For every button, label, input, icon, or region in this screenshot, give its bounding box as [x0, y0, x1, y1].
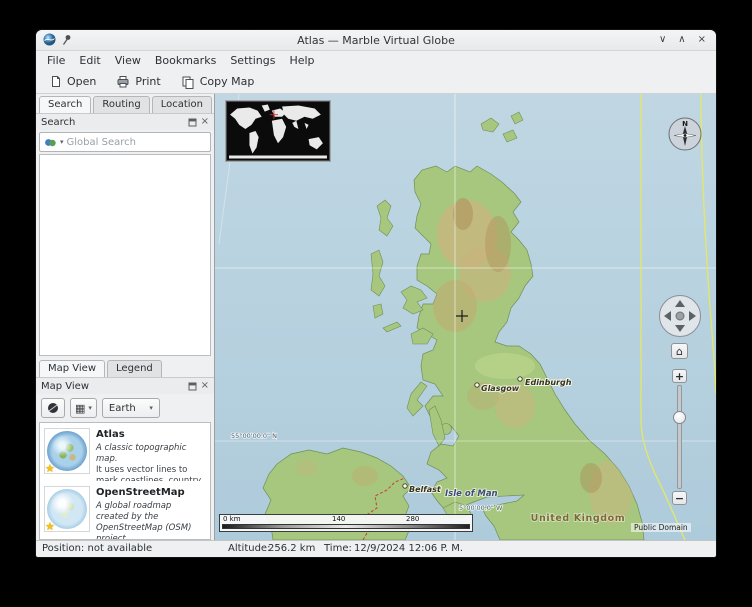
- zoom-slider-track[interactable]: [677, 385, 682, 489]
- search-panel-title: Search: [41, 117, 184, 128]
- home-icon: ⌂: [676, 345, 683, 358]
- titlebar[interactable]: Atlas — Marble Virtual Globe ∨ ∧ ×: [36, 30, 716, 51]
- overview-map[interactable]: [226, 101, 330, 161]
- scale-zero: 0 km: [223, 515, 241, 523]
- status-time-label: Time:: [324, 543, 352, 554]
- globe-icon: [47, 402, 59, 414]
- global-search-icon[interactable]: [44, 133, 57, 152]
- tab-location[interactable]: Location: [152, 96, 212, 113]
- search-input[interactable]: [67, 137, 206, 148]
- list-item-openstreetmap[interactable]: ★ OpenStreetMap A global roadmap created…: [40, 481, 210, 539]
- pan-control[interactable]: [658, 294, 702, 338]
- celestial-body-button[interactable]: [41, 398, 65, 418]
- float-panel-icon[interactable]: [188, 382, 197, 391]
- open-icon: [49, 75, 62, 88]
- menu-bookmarks[interactable]: Bookmarks: [148, 52, 223, 69]
- map-theme-list: ★ Atlas A classic topographic map. It us…: [39, 422, 211, 540]
- city-label: Glasgow: [481, 384, 520, 393]
- statusbar: Position: not available Altitude: 256.2 …: [36, 540, 716, 557]
- status-altitude-value: 256.2 km: [268, 543, 315, 554]
- main-content: Search Routing Location Search × ▾: [36, 94, 716, 540]
- tab-legend[interactable]: Legend: [107, 360, 162, 377]
- close-button[interactable]: ×: [698, 35, 706, 45]
- zoom-slider-handle[interactable]: [673, 411, 686, 424]
- grid-icon: ▦: [75, 402, 85, 415]
- maximize-button[interactable]: ∧: [678, 35, 685, 45]
- sidebar: Search Routing Location Search × ▾: [36, 94, 215, 540]
- osm-thumbnail: ★: [44, 486, 90, 532]
- minimize-button[interactable]: ∨: [659, 35, 666, 45]
- map-view-controls: ▦ ▾ Earth ▾: [36, 394, 214, 422]
- tab-map-view[interactable]: Map View: [39, 360, 105, 377]
- atlas-thumbnail: ★: [44, 428, 90, 474]
- scale-mid: 140: [332, 515, 345, 523]
- country-label: United Kingdom: [531, 513, 626, 524]
- map-scale-bar: 0 km 140 280: [219, 514, 473, 532]
- license-label: Public Domain: [631, 523, 691, 532]
- status-altitude-label: Altitude:: [228, 543, 270, 554]
- window-title: Atlas — Marble Virtual Globe: [36, 34, 716, 47]
- app-icon: [43, 31, 56, 50]
- projection-button[interactable]: ▦ ▾: [70, 398, 97, 418]
- tab-search[interactable]: Search: [39, 96, 91, 113]
- theme-description: A classic topographic map.: [96, 443, 206, 465]
- sidebar-bottom-tabs: Map View Legend: [36, 358, 214, 377]
- tab-routing[interactable]: Routing: [93, 96, 149, 113]
- search-results-area[interactable]: [39, 154, 211, 356]
- zoom-in-button[interactable]: +: [672, 369, 687, 383]
- search-panel-header: Search ×: [36, 113, 214, 130]
- status-position: Position: not available: [42, 543, 152, 554]
- home-button[interactable]: ⌂: [671, 343, 688, 359]
- city-label: Edinburgh: [525, 378, 572, 387]
- zoom-out-button[interactable]: −: [672, 491, 687, 505]
- list-item-atlas[interactable]: ★ Atlas A classic topographic map. It us…: [40, 423, 210, 481]
- menu-file[interactable]: File: [40, 52, 72, 69]
- theme-description: It uses vector lines to mark coastlines,…: [96, 465, 206, 481]
- copy-icon: [181, 75, 195, 89]
- scale-gradient-strip: [222, 524, 470, 529]
- close-panel-icon[interactable]: ×: [201, 381, 209, 391]
- theme-description: A global roadmap created by the OpenStre…: [96, 501, 206, 539]
- map-canvas[interactable]: Glasgow Edinburgh Belfast Isle of Man Un…: [215, 94, 716, 540]
- status-time-value: 12/9/2024 12:06 P. M.: [354, 543, 463, 554]
- map-view-panel-header: Map View ×: [36, 377, 214, 394]
- favorite-star-icon[interactable]: ★: [45, 462, 55, 475]
- app-window: Atlas — Marble Virtual Globe ∨ ∧ × File …: [36, 30, 716, 557]
- search-mode-arrow-icon[interactable]: ▾: [60, 138, 64, 146]
- close-panel-icon[interactable]: ×: [201, 117, 209, 127]
- city-dot-belfast: [403, 484, 407, 488]
- compass-rose[interactable]: N: [667, 116, 703, 152]
- open-button[interactable]: Open: [43, 73, 102, 90]
- float-panel-icon[interactable]: [188, 118, 197, 127]
- city-dot-glasgow: [475, 383, 479, 387]
- pin-icon[interactable]: [61, 31, 72, 50]
- menu-help[interactable]: Help: [282, 52, 321, 69]
- region-label: Isle of Man: [445, 489, 498, 499]
- city-dot-edinburgh: [518, 377, 522, 381]
- scale-max: 280: [406, 515, 419, 523]
- print-icon: [116, 75, 130, 88]
- toolbar: Open Print Copy Map: [36, 70, 716, 94]
- print-button[interactable]: Print: [110, 73, 166, 90]
- longitude-label: 5°00'00.0" W: [459, 504, 503, 512]
- menu-settings[interactable]: Settings: [223, 52, 282, 69]
- menu-edit[interactable]: Edit: [72, 52, 107, 69]
- theme-name: OpenStreetMap: [96, 487, 206, 498]
- menubar: File Edit View Bookmarks Settings Help: [36, 51, 716, 70]
- world-continents: [229, 104, 327, 158]
- map-view-panel-title: Map View: [41, 381, 184, 392]
- city-label: Belfast: [409, 485, 442, 494]
- search-field-row: ▾: [39, 132, 211, 152]
- copy-map-button[interactable]: Copy Map: [175, 73, 261, 91]
- latitude-label: 55°00'00.0" N: [231, 432, 277, 440]
- celestial-body-select[interactable]: Earth ▾: [102, 398, 160, 418]
- menu-view[interactable]: View: [108, 52, 148, 69]
- theme-name: Atlas: [96, 429, 206, 440]
- favorite-star-icon[interactable]: ★: [45, 520, 55, 533]
- sidebar-top-tabs: Search Routing Location: [36, 94, 214, 113]
- screen-background: Atlas — Marble Virtual Globe ∨ ∧ × File …: [0, 0, 752, 607]
